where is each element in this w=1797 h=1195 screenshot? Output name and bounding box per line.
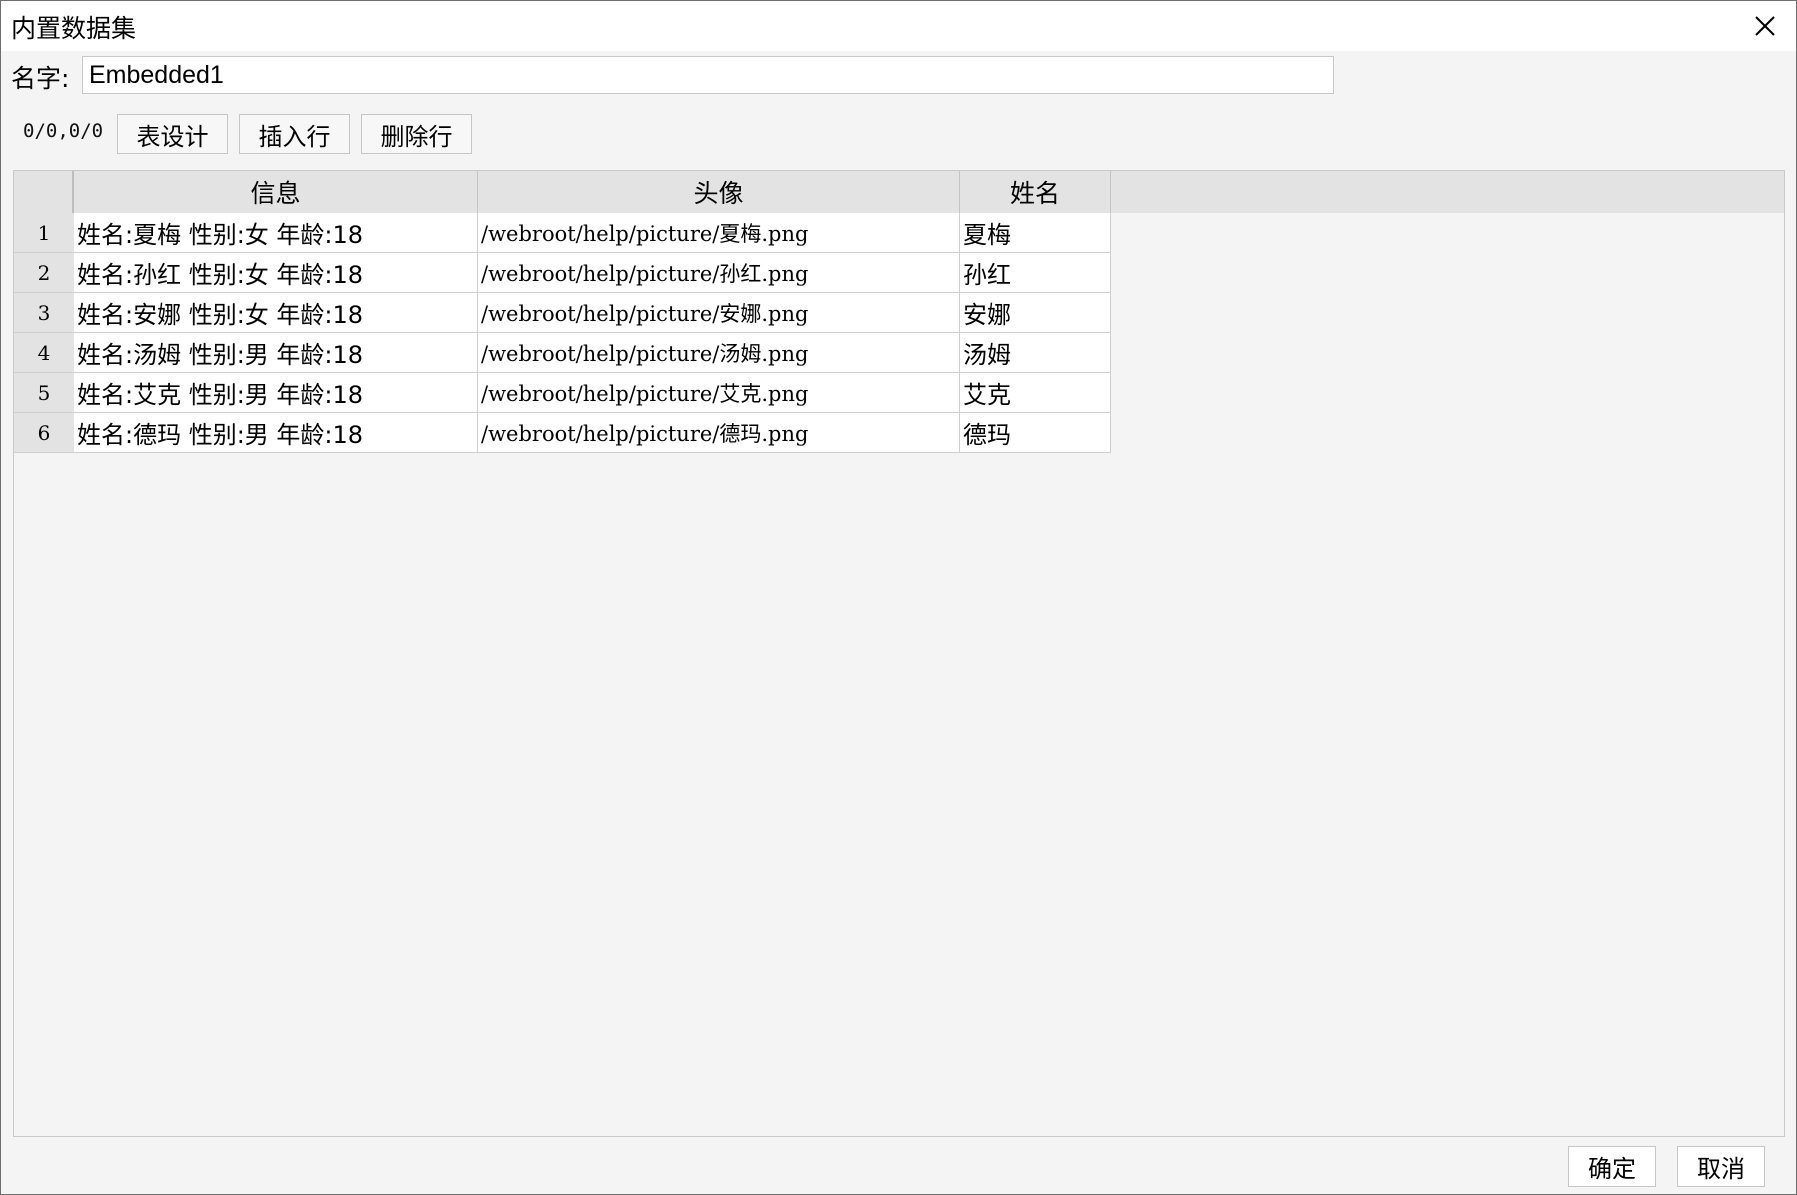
delete-row-button[interactable]: 删除行 <box>361 114 472 154</box>
ok-button[interactable]: 确定 <box>1568 1146 1656 1187</box>
avatar-cell[interactable]: /webroot/help/picture/夏梅.png <box>478 213 960 253</box>
avatar-cell[interactable]: /webroot/help/picture/德玛.png <box>478 413 960 453</box>
name-cell[interactable]: 艾克 <box>960 373 1111 413</box>
row-number[interactable]: 1 <box>14 213 74 253</box>
window-title: 内置数据集 <box>11 14 137 43</box>
row-number[interactable]: 2 <box>14 253 74 293</box>
name-cell[interactable]: 孙红 <box>960 253 1111 293</box>
table-design-button[interactable]: 表设计 <box>117 114 228 154</box>
cancel-button[interactable]: 取消 <box>1677 1146 1765 1187</box>
avatar-cell[interactable]: /webroot/help/picture/汤姆.png <box>478 333 960 373</box>
avatar-cell[interactable]: /webroot/help/picture/孙红.png <box>478 253 960 293</box>
avatar-cell[interactable]: /webroot/help/picture/安娜.png <box>478 293 960 333</box>
row-number[interactable]: 4 <box>14 333 74 373</box>
name-cell[interactable]: 汤姆 <box>960 333 1111 373</box>
close-icon <box>1755 16 1775 36</box>
insert-row-button[interactable]: 插入行 <box>239 114 350 154</box>
info-cell[interactable]: 姓名:汤姆 性别:男 年龄:18 <box>74 333 478 373</box>
grid-corner[interactable] <box>14 171 74 213</box>
embedded-dataset-dialog: 内置数据集 名字: 0/0,0/0 表设计 插入行 删除行 信息 头像 姓名 1… <box>0 0 1797 1195</box>
info-cell[interactable]: 姓名:孙红 性别:女 年龄:18 <box>74 253 478 293</box>
info-cell[interactable]: 姓名:安娜 性别:女 年龄:18 <box>74 293 478 333</box>
avatar-cell[interactable]: /webroot/help/picture/艾克.png <box>478 373 960 413</box>
info-cell[interactable]: 姓名:夏梅 性别:女 年龄:18 <box>74 213 478 253</box>
row-number[interactable]: 6 <box>14 413 74 453</box>
info-cell[interactable]: 姓名:艾克 性别:男 年龄:18 <box>74 373 478 413</box>
column-header-avatar[interactable]: 头像 <box>478 171 960 213</box>
row-number[interactable]: 3 <box>14 293 74 333</box>
column-header-name[interactable]: 姓名 <box>960 171 1111 213</box>
row-number[interactable]: 5 <box>14 373 74 413</box>
data-grid[interactable]: 信息 头像 姓名 1 姓名:夏梅 性别:女 年龄:18 /webroot/hel… <box>13 170 1785 1137</box>
title-bar: 内置数据集 <box>1 1 1796 51</box>
grid-header: 信息 头像 姓名 <box>14 171 1784 213</box>
info-cell[interactable]: 姓名:德玛 性别:男 年龄:18 <box>74 413 478 453</box>
name-label: 名字: <box>11 64 70 93</box>
name-input[interactable] <box>82 56 1334 94</box>
position-indicator: 0/0,0/0 <box>23 120 104 142</box>
name-cell[interactable]: 安娜 <box>960 293 1111 333</box>
close-button[interactable] <box>1748 9 1782 43</box>
name-cell[interactable]: 德玛 <box>960 413 1111 453</box>
column-header-info[interactable]: 信息 <box>74 171 478 213</box>
name-cell[interactable]: 夏梅 <box>960 213 1111 253</box>
